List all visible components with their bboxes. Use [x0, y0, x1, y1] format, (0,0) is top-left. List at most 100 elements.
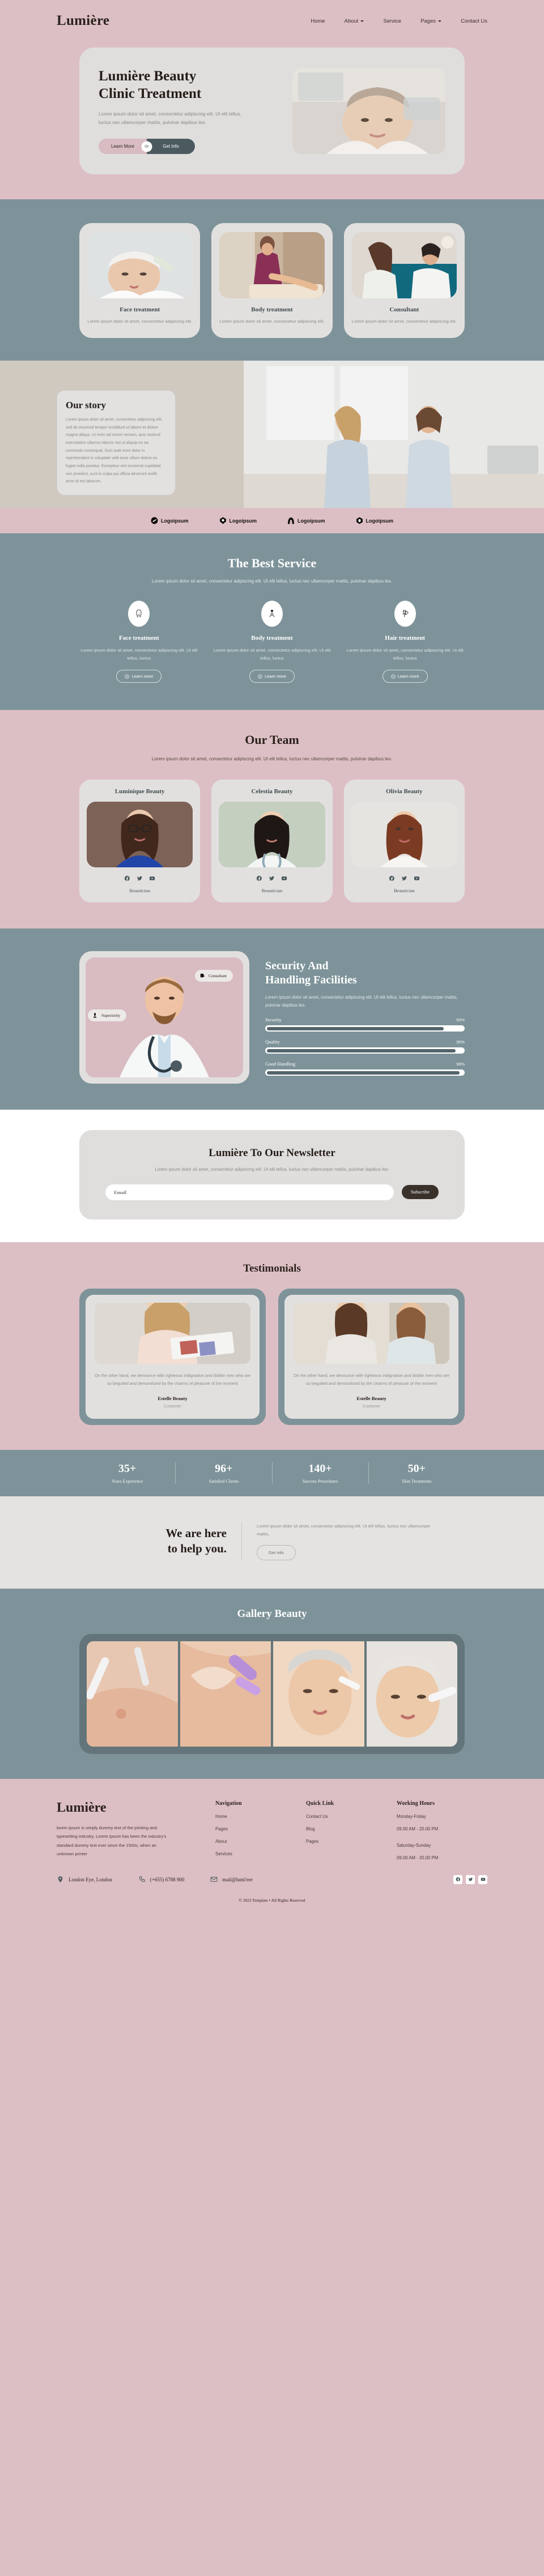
badge-superiority-label: Superiority [101, 1012, 121, 1018]
learn-more-button[interactable]: Learn more [382, 670, 428, 683]
team-social-links [219, 875, 325, 882]
twitter-button[interactable] [466, 1875, 475, 1884]
nav-item-service[interactable]: Service [383, 18, 401, 24]
stat-label: Years Experience [111, 1478, 143, 1484]
team-member-photo [351, 801, 457, 867]
footer-working-hours-column: Working Hours Monday-Friday 09.00 AM - 2… [397, 1800, 470, 1860]
gallery-image[interactable] [180, 1641, 271, 1747]
learn-more-button[interactable]: Learn More [99, 139, 147, 155]
youtube-icon[interactable] [149, 875, 155, 882]
our-story-title: Our story [66, 400, 106, 411]
service-card[interactable]: Face treatment Lorem ipsum dolor sit ame… [79, 223, 201, 339]
twitter-icon[interactable] [401, 875, 407, 882]
footer-navigation-column: Navigation Home Pages About Services [215, 1800, 289, 1860]
footer-link-contact-us[interactable]: Contact Us [306, 1814, 380, 1819]
team-member-role: Beautician [129, 887, 151, 893]
footer-logo[interactable]: Lumière [57, 1800, 198, 1816]
facebook-icon[interactable] [256, 875, 262, 882]
brand-logo[interactable]: Lumière [57, 13, 109, 29]
testimonial-card: On the other hand, we denounce with righ… [278, 1288, 465, 1425]
footer-link-services[interactable]: Services [215, 1851, 289, 1856]
service-card-text: Lorem ipsum dolor sit amet, consectetur … [351, 319, 457, 324]
team-card[interactable]: Olivia Beauty Beautician [343, 779, 465, 902]
service-card[interactable]: Consultant Lorem ipsum dolor sit amet, c… [343, 223, 465, 339]
learn-more-button[interactable]: Learn more [116, 670, 162, 683]
logo-item[interactable]: Logoipsum [219, 517, 257, 524]
logo-label: Logoipsum [366, 517, 394, 524]
stat-number: 50+ [407, 1462, 426, 1475]
hero-image [292, 68, 445, 155]
photo-testimonial-2 [294, 1302, 449, 1364]
gallery-image[interactable] [87, 1641, 178, 1747]
learn-more-button[interactable]: Learn more [249, 670, 295, 683]
twitter-icon [468, 1877, 473, 1881]
main-nav: Home About Service Pages Contact Us [311, 18, 487, 24]
learn-more-label: Learn more [265, 674, 286, 679]
badge-consultant: Consultant [194, 969, 233, 982]
logo-item[interactable]: Logoipsum [151, 517, 189, 524]
twitter-icon[interactable] [137, 875, 143, 882]
stat-item: 140+ Success Procedures [273, 1462, 369, 1484]
stat-item: 35+ Years Experience [79, 1462, 176, 1484]
footer-phone[interactable]: (+655) 6788 900 [138, 1876, 184, 1883]
best-service-item: Face treatment Lorem ipsum dolor sit ame… [79, 601, 199, 683]
testimonial-name: Estelle Beauty [356, 1395, 386, 1401]
twitter-icon[interactable] [269, 875, 275, 882]
nav-label: Home [311, 18, 325, 24]
footer-link-pages[interactable]: Pages [215, 1826, 289, 1832]
nav-item-about[interactable]: About [345, 18, 364, 24]
facebook-button[interactable] [453, 1875, 462, 1884]
footer-link-blog[interactable]: Blog [306, 1826, 380, 1832]
get-info-button[interactable]: Get Info [147, 139, 195, 155]
nav-label: Contact Us [461, 18, 487, 24]
hero-section: Lumière Beauty Clinic Treatment Lorem ip… [0, 42, 544, 200]
footer-link-home[interactable]: Home [215, 1814, 289, 1819]
facebook-icon[interactable] [124, 875, 130, 882]
team-member-photo [87, 801, 193, 867]
footer-link-pages[interactable]: Pages [306, 1839, 380, 1844]
team-card[interactable]: Celestia Beauty Beautician [211, 779, 333, 902]
footer-address[interactable]: London Eye, London [57, 1876, 112, 1883]
nav-item-pages[interactable]: Pages [420, 18, 441, 24]
team-card[interactable]: Luminique Beauty Beautician [79, 779, 201, 902]
icon-circle [394, 601, 416, 627]
phone-icon [139, 1876, 145, 1882]
testimonial-text: On the other hand, we denounce with righ… [95, 1372, 250, 1387]
nav-item-contact-us[interactable]: Contact Us [461, 18, 487, 24]
nav-item-home[interactable]: Home [311, 18, 325, 24]
youtube-icon[interactable] [414, 875, 420, 882]
facebook-icon[interactable] [389, 875, 395, 882]
stat-label: Satisfied Clients [209, 1478, 239, 1484]
gallery-image[interactable] [366, 1641, 457, 1747]
progress-track [265, 1025, 465, 1032]
email-input[interactable] [105, 1184, 394, 1200]
get-info-button[interactable]: Get Info [257, 1544, 296, 1560]
learn-more-label: Learn more [397, 674, 419, 679]
progress-fill [266, 1026, 444, 1030]
security-section: Consultant Superiority Security And Hand… [0, 928, 544, 1110]
logo-label: Logoipsum [229, 517, 257, 524]
youtube-icon[interactable] [281, 875, 287, 882]
nav-label: Pages [420, 18, 436, 24]
youtube-button[interactable] [478, 1875, 487, 1884]
service-card-image [219, 232, 325, 299]
footer-link-about[interactable]: About [215, 1839, 289, 1844]
footer-column-title: Navigation [215, 1800, 242, 1807]
footer-about-text: lorem ipsum is simply dummy text of the … [57, 1825, 167, 1857]
footer-email[interactable]: mail@lumi'ere [210, 1876, 253, 1883]
progress-fill [266, 1071, 460, 1075]
testimonial-text: On the other hand, we denounce with righ… [294, 1372, 449, 1387]
service-card[interactable]: Body treatment Lorem ipsum dolor sit ame… [211, 223, 333, 339]
security-title: Security And Handling Facilities [265, 959, 465, 987]
gallery-image[interactable] [273, 1641, 364, 1747]
service-card-image [87, 232, 193, 299]
badge-superiority: Superiority [88, 1009, 127, 1021]
progress-track [265, 1047, 465, 1054]
shield-logo-icon [219, 517, 226, 524]
logo-item[interactable]: Logoipsum [356, 517, 394, 524]
footer-brand-block: Lumière lorem ipsum is simply dummy text… [57, 1800, 198, 1860]
subscribe-button[interactable]: Subscribe [401, 1185, 439, 1200]
logo-item[interactable]: Logoipsum [287, 517, 325, 524]
working-hours-row: Saturday-Sunday [397, 1842, 431, 1848]
working-hours-row: 09.00 AM - 20.00 PM [397, 1855, 439, 1860]
